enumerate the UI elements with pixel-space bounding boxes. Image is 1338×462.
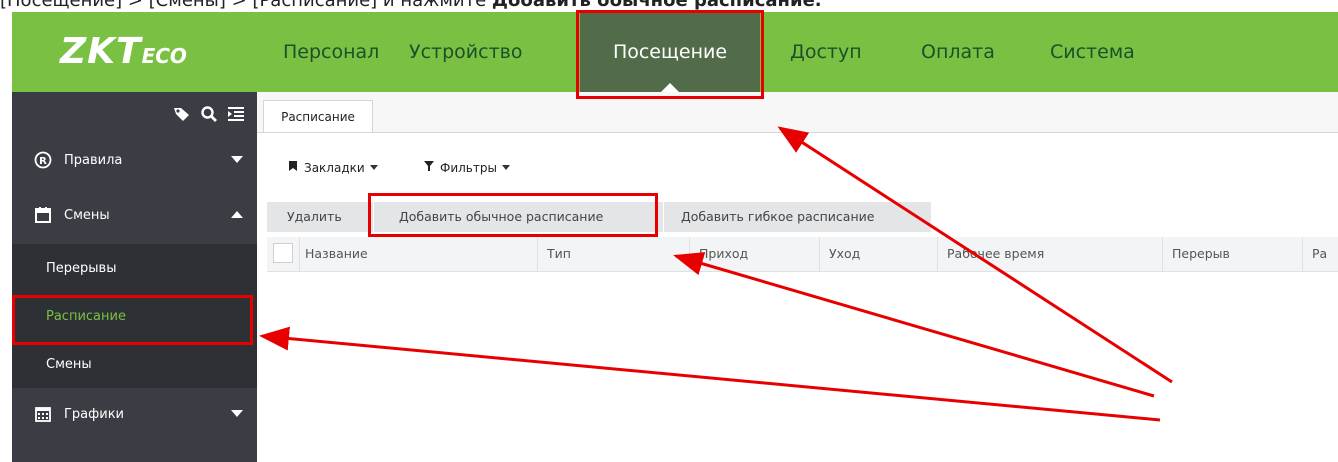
- add-flexible-timetable-button[interactable]: Добавить гибкое расписание: [681, 202, 874, 232]
- sidebar-tools: [173, 102, 245, 126]
- nav-access[interactable]: Доступ: [776, 12, 876, 92]
- search-icon[interactable]: [200, 105, 218, 123]
- chevron-down-icon: [501, 165, 510, 170]
- filter-icon: [423, 160, 435, 175]
- delete-button[interactable]: Удалить: [287, 202, 342, 232]
- calendar-icon: [34, 206, 52, 224]
- sidebar-item-rules[interactable]: R Правила: [12, 136, 257, 184]
- divider: [299, 237, 300, 271]
- divider: [1302, 237, 1303, 271]
- nav-personnel[interactable]: Персонал: [269, 12, 393, 92]
- divider: [537, 237, 538, 271]
- bookmarks-label: Закладки: [304, 160, 365, 175]
- svg-text:R: R: [39, 156, 47, 167]
- column-header-check-out[interactable]: Уход: [829, 237, 860, 271]
- main-content: Расписание Закладки Фильтры Удалить Доба…: [257, 92, 1338, 462]
- divider: [689, 237, 690, 271]
- chevron-down-icon: [231, 156, 243, 163]
- chevron-up-icon: [231, 211, 243, 218]
- sidebar-item-label: Перерывы: [46, 260, 117, 276]
- divider: [819, 237, 820, 271]
- table-header: Название Тип Приход Уход Рабочее время П…: [267, 237, 1338, 272]
- sidebar-subitem-shifts[interactable]: Смены: [12, 340, 257, 388]
- sidebar: R Правила Смены Перерывы Расписание Смен…: [12, 92, 257, 462]
- highlight-timetable-item: [12, 295, 253, 345]
- bookmark-icon: [287, 160, 299, 175]
- registered-icon: R: [34, 151, 52, 169]
- column-header-break[interactable]: Перерыв: [1172, 237, 1230, 271]
- column-header-type[interactable]: Тип: [547, 237, 571, 271]
- sidebar-item-label: Графики: [64, 406, 125, 422]
- divider: [937, 237, 938, 271]
- column-header-check-in[interactable]: Приход: [699, 237, 748, 271]
- divider: [1162, 237, 1163, 271]
- sidebar-item-schedules[interactable]: Графики: [12, 390, 257, 438]
- column-header-truncated[interactable]: Ра: [1312, 237, 1327, 271]
- column-header-name[interactable]: Название: [305, 237, 368, 271]
- tab-strip: Расписание: [257, 92, 1338, 133]
- divider: [663, 202, 664, 232]
- sidebar-item-shifts[interactable]: Смены: [12, 191, 257, 239]
- sidebar-item-label: Правила: [64, 152, 123, 168]
- filters-dropdown[interactable]: Фильтры: [423, 160, 510, 175]
- filters-label: Фильтры: [440, 160, 497, 175]
- list-toggle-icon[interactable]: [227, 105, 245, 123]
- tags-icon[interactable]: [173, 105, 191, 123]
- sidebar-item-label: Смены: [64, 207, 110, 223]
- highlight-attendance-tab: [576, 10, 764, 99]
- highlight-add-normal-button: [368, 193, 658, 237]
- sidebar-subitem-breaks[interactable]: Перерывы: [12, 244, 257, 292]
- nav-device[interactable]: Устройство: [395, 12, 536, 92]
- select-all-checkbox[interactable]: [273, 243, 293, 263]
- tab-timetable[interactable]: Расписание: [263, 100, 373, 132]
- sidebar-item-label: Смены: [46, 356, 92, 372]
- nav-system[interactable]: Система: [1036, 12, 1149, 92]
- bookmarks-dropdown[interactable]: Закладки: [287, 160, 378, 175]
- caption-text: [Посещение] > [Смены] > [Расписание] и н…: [0, 0, 492, 11]
- chevron-down-icon: [231, 410, 243, 417]
- column-header-work-time[interactable]: Рабочее время: [947, 237, 1044, 271]
- nav-payment[interactable]: Оплата: [907, 12, 1009, 92]
- calendar-grid-icon: [34, 405, 52, 423]
- chevron-down-icon: [369, 165, 378, 170]
- zkteco-logo: ZKTECO: [60, 31, 187, 72]
